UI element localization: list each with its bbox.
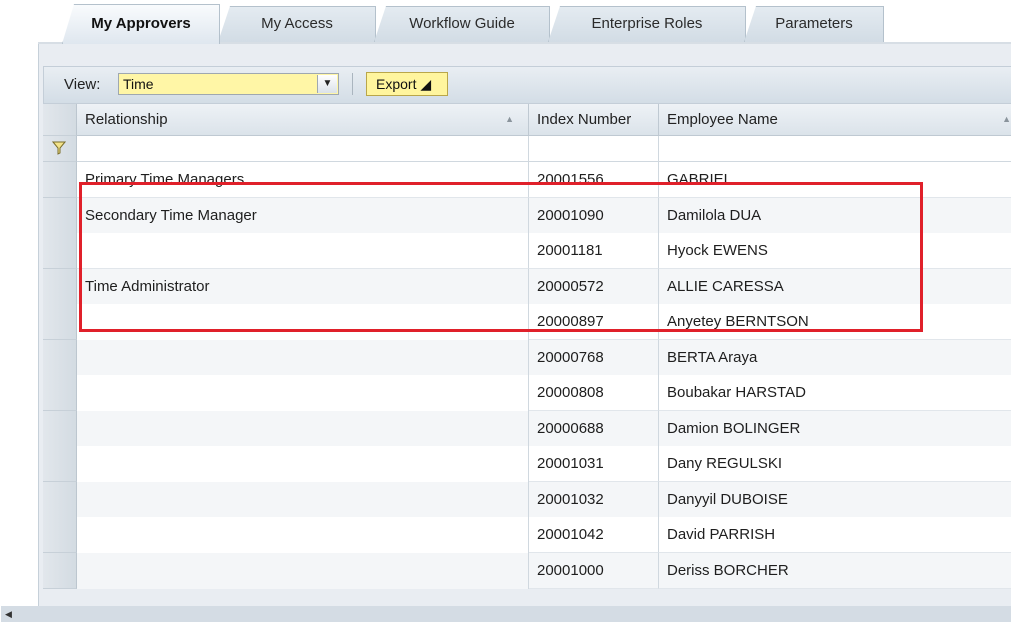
cell-relationship	[77, 340, 529, 376]
cell-index-number: 20001042	[529, 517, 659, 553]
cell-employee-name: ALLIE CARESSA	[659, 269, 1011, 305]
sort-icon[interactable]: ▲	[505, 104, 514, 135]
cell-employee-name: Hyock EWENS	[659, 233, 1011, 269]
horizontal-scrollbar[interactable]	[1, 606, 1011, 622]
tab-my-access[interactable]: My Access	[218, 6, 376, 42]
cell-index-number: 20000897	[529, 304, 659, 340]
row-selector[interactable]	[43, 340, 77, 376]
cell-relationship	[77, 304, 529, 340]
cell-index-number: 20001181	[529, 233, 659, 269]
cell-employee-name: David PARRISH	[659, 517, 1011, 553]
sort-icon[interactable]: ▲	[1002, 104, 1011, 135]
tab-workflow-guide[interactable]: Workflow Guide	[374, 6, 550, 42]
filter-input-employee-name[interactable]	[659, 136, 1011, 162]
cell-relationship	[77, 233, 529, 269]
column-header-relationship[interactable]: Relationship ▲	[77, 104, 529, 136]
scroll-left-icon[interactable]: ◀	[5, 609, 12, 620]
cell-index-number: 20000808	[529, 375, 659, 411]
cell-employee-name: Deriss BORCHER	[659, 553, 1011, 589]
row-selector[interactable]	[43, 375, 77, 411]
cell-employee-name: Damion BOLINGER	[659, 411, 1011, 447]
cell-relationship	[77, 446, 529, 482]
row-selector[interactable]	[43, 162, 77, 198]
cell-relationship: Time Administrator	[77, 269, 529, 305]
view-select-value: Time	[123, 76, 154, 92]
cell-relationship: Primary Time Managers	[77, 162, 529, 198]
row-selector[interactable]	[43, 411, 77, 447]
cell-employee-name: Dany REGULSKI	[659, 446, 1011, 482]
cell-employee-name: Anyetey BERNTSON	[659, 304, 1011, 340]
view-label: View:	[64, 76, 101, 93]
cell-employee-name: Damilola DUA	[659, 198, 1011, 234]
export-button[interactable]: Export ◢	[366, 72, 448, 96]
cell-index-number: 20001032	[529, 482, 659, 518]
row-selector[interactable]	[43, 517, 77, 553]
cell-relationship: Secondary Time Manager	[77, 198, 529, 234]
row-selector[interactable]	[43, 446, 77, 482]
cell-relationship	[77, 411, 529, 447]
tab-label: Workflow Guide	[409, 15, 515, 32]
tab-label: Enterprise Roles	[591, 15, 703, 32]
tab-parameters[interactable]: Parameters	[744, 6, 884, 42]
cell-employee-name: Boubakar HARSTAD	[659, 375, 1011, 411]
column-header-employee-name[interactable]: Employee Name ▲	[659, 104, 1011, 136]
toolbar: View: Time ▼ Export ◢	[43, 66, 1011, 104]
tab-strip: My Approvers My Access Workflow Guide En…	[0, 0, 1011, 44]
cell-index-number: 20000688	[529, 411, 659, 447]
tab-label: My Approvers	[91, 15, 191, 32]
toolbar-separator	[352, 73, 353, 95]
column-header-label: Index Number	[537, 111, 632, 128]
chevron-down-icon[interactable]: ▼	[317, 75, 337, 93]
cell-relationship	[77, 553, 529, 589]
filter-input-relationship[interactable]	[77, 136, 529, 162]
column-header-label: Employee Name	[667, 111, 778, 128]
row-selector[interactable]	[43, 269, 77, 305]
row-selector[interactable]	[43, 482, 77, 518]
cell-relationship	[77, 375, 529, 411]
cell-relationship	[77, 482, 529, 518]
filter-icon[interactable]	[52, 141, 66, 155]
cell-index-number: 20000572	[529, 269, 659, 305]
cell-index-number: 20001031	[529, 446, 659, 482]
tab-my-approvers[interactable]: My Approvers	[62, 4, 220, 44]
column-header-label: Relationship	[85, 111, 168, 128]
view-select[interactable]: Time ▼	[118, 73, 339, 95]
cell-index-number: 20001000	[529, 553, 659, 589]
approvers-panel: View: Time ▼ Export ◢ Relationship ▲ Ind…	[1, 44, 1011, 622]
row-selector[interactable]	[43, 233, 77, 269]
cell-index-number: 20000768	[529, 340, 659, 376]
select-all-cell[interactable]	[43, 104, 77, 136]
row-selector[interactable]	[43, 553, 77, 589]
cell-relationship	[77, 517, 529, 553]
filter-row-selector[interactable]	[43, 136, 77, 162]
cell-index-number: 20001090	[529, 198, 659, 234]
row-selector[interactable]	[43, 304, 77, 340]
export-label: Export ◢	[376, 76, 432, 92]
cell-index-number: 20001556	[529, 162, 659, 198]
cell-employee-name: GABRIEL	[659, 162, 1011, 198]
tab-label: My Access	[261, 15, 333, 32]
filter-input-index-number[interactable]	[529, 136, 659, 162]
column-header-index-number[interactable]: Index Number	[529, 104, 659, 136]
tab-label: Parameters	[775, 15, 853, 32]
cell-employee-name: BERTA Araya	[659, 340, 1011, 376]
row-selector[interactable]	[43, 198, 77, 234]
tab-enterprise-roles[interactable]: Enterprise Roles	[548, 6, 746, 42]
cell-employee-name: Danyyil DUBOISE	[659, 482, 1011, 518]
